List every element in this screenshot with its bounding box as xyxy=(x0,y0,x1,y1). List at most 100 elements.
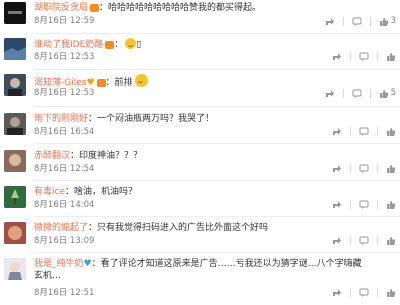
comment-date: 8月16日 13:09 xyxy=(34,236,95,246)
like-button[interactable]: 3 xyxy=(379,16,396,27)
comment-icon xyxy=(359,200,369,209)
share-button[interactable] xyxy=(332,288,342,297)
comment-line: 赤醉翻汉：印度神油？？？ xyxy=(34,150,142,162)
share-button[interactable] xyxy=(325,17,335,26)
comment-username[interactable]: 谁动了我IDE奶酪 xyxy=(34,40,103,50)
comment-username[interactable]: 有毒ice xyxy=(34,187,65,197)
comment-button[interactable] xyxy=(359,200,369,209)
cursor-glyph: ▯ xyxy=(136,40,142,50)
comment-button[interactable] xyxy=(359,127,369,136)
thumbs-up-icon xyxy=(387,201,395,209)
avatar[interactable] xyxy=(4,74,26,96)
comment-row: 渴知薄-Giles♥ ：前排 8月16日 12:53 5 xyxy=(0,74,400,98)
divider xyxy=(350,236,351,245)
comment-username[interactable]: 赤醉翻汉 xyxy=(34,151,70,161)
comment-username[interactable]: 雨下的刚刚好 xyxy=(34,114,88,124)
comment-row: 微微的煽起了：只有我觉得扫码进入的广告比外面这个好吗 8月16日 13:09 xyxy=(0,222,400,246)
comment-line: 谁动了我IDE奶酪 ： ▯ xyxy=(34,38,141,51)
grin-emoji-icon xyxy=(134,74,148,87)
separator: ： xyxy=(114,40,124,50)
thumbs-up-icon xyxy=(387,128,395,136)
avatar-image xyxy=(4,222,26,244)
avatar[interactable] xyxy=(4,2,26,24)
comment-username[interactable]: 我是_纯牛奶 xyxy=(34,259,84,269)
avatar[interactable] xyxy=(4,150,26,172)
thumbs-up-icon xyxy=(379,18,388,26)
divider xyxy=(350,164,351,173)
share-button[interactable] xyxy=(332,52,342,61)
badge-icon xyxy=(96,79,106,87)
like-button[interactable] xyxy=(386,288,396,297)
row-divider xyxy=(34,106,400,107)
row-divider xyxy=(34,69,400,70)
avatar[interactable] xyxy=(4,113,26,135)
separator: ： xyxy=(91,259,101,269)
avatar[interactable] xyxy=(4,186,26,208)
comment-line: 微微的煽起了：只有我觉得扫码进入的广告比外面这个好吗 xyxy=(34,222,268,234)
comment-button[interactable] xyxy=(352,89,362,98)
comment-line: 渴知薄-Giles♥ ：前排 xyxy=(34,74,148,89)
comment-row: 雨下的刚刚好：一个闷油瓶两万吗？我哭了！ 8月16日 16:54 xyxy=(0,113,400,137)
divider xyxy=(377,127,378,136)
comment-actions xyxy=(332,288,396,297)
avatar[interactable] xyxy=(4,38,26,60)
comment-icon xyxy=(359,52,369,61)
share-button[interactable] xyxy=(332,164,342,173)
comment-date: 8月16日 16:54 xyxy=(34,127,95,137)
like-button[interactable]: 5 xyxy=(379,88,396,99)
comment-button[interactable] xyxy=(352,17,362,26)
comment-username[interactable]: 渴知薄-Giles xyxy=(34,78,86,88)
share-button[interactable] xyxy=(332,127,342,136)
comment-date: 8月16日 14:04 xyxy=(34,200,95,210)
comment-icon xyxy=(359,288,369,297)
separator: ： xyxy=(105,78,115,88)
like-button[interactable] xyxy=(386,200,396,209)
divider xyxy=(377,288,378,297)
divider xyxy=(377,200,378,209)
comment-username[interactable]: 微微的煽起了 xyxy=(34,223,88,233)
comment-username[interactable]: 湖职院反贪局 xyxy=(34,3,88,13)
comment-date: 8月16日 12:59 xyxy=(34,16,95,26)
comment-row: 我是_纯牛奶♥：看了评论才知道这原来是广告……亏我还以为猜字谜…八个字嗨藏玄机…… xyxy=(0,258,400,302)
comment-button[interactable] xyxy=(359,164,369,173)
smile-emoji-icon xyxy=(125,38,137,49)
comment-row: 湖职院反贪局 ：哈哈哈哈哈哈哈哈哈赞我的都买得起。 8月16日 12:59 3 xyxy=(0,2,400,26)
separator: ： xyxy=(88,223,98,233)
thumbs-up-icon xyxy=(387,237,395,245)
comment-line: 湖职院反贪局 ：哈哈哈哈哈哈哈哈哈赞我的都买得起。 xyxy=(34,2,261,14)
avatar[interactable] xyxy=(4,222,26,244)
comment-line: 我是_纯牛奶♥：看了评论才知道这原来是广告……亏我还以为猜字谜…八个字嗨藏玄机… xyxy=(34,258,364,282)
comment-icon xyxy=(352,17,362,26)
comment-actions xyxy=(332,236,396,245)
avatar-image xyxy=(4,150,26,172)
badge-icon xyxy=(90,4,100,12)
thumbs-up-icon xyxy=(379,90,388,98)
avatar-image xyxy=(4,258,26,280)
comment-button[interactable] xyxy=(359,288,369,297)
avatar[interactable] xyxy=(4,258,26,280)
like-button[interactable] xyxy=(386,236,396,245)
divider xyxy=(377,164,378,173)
comment-icon xyxy=(359,127,369,136)
comment-icon xyxy=(352,89,362,98)
comment-button[interactable] xyxy=(359,52,369,61)
avatar-image xyxy=(4,74,26,96)
like-button[interactable] xyxy=(386,127,396,136)
divider xyxy=(350,52,351,61)
divider xyxy=(350,288,351,297)
comment-date: 8月16日 12:51 xyxy=(34,288,95,298)
comment-button[interactable] xyxy=(359,236,369,245)
like-button[interactable] xyxy=(386,164,396,173)
share-button[interactable] xyxy=(332,236,342,245)
thumbs-up-icon xyxy=(387,289,395,297)
share-button[interactable] xyxy=(325,89,335,98)
divider xyxy=(350,200,351,209)
comment-actions xyxy=(332,127,396,136)
divider xyxy=(377,236,378,245)
share-button[interactable] xyxy=(332,200,342,209)
comment-actions: 3 xyxy=(325,16,396,27)
share-icon xyxy=(333,165,341,172)
comment-text: 一个闷油瓶两万吗？我哭了！ xyxy=(97,114,215,124)
comment-actions: 5 xyxy=(325,88,396,99)
like-button[interactable] xyxy=(386,52,396,61)
